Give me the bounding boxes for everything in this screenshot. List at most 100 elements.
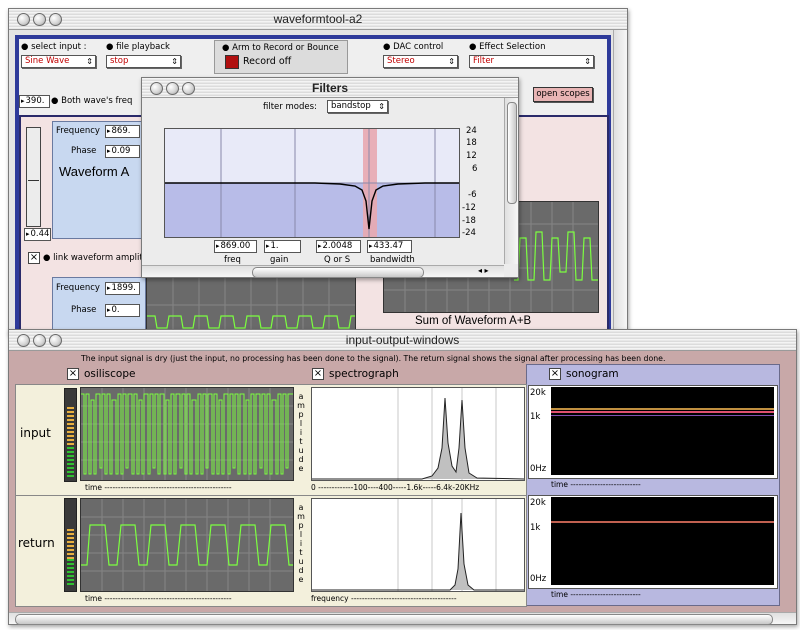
- slider-handle[interactable]: [28, 180, 39, 181]
- io-horizontal-scrollbar[interactable]: [9, 612, 796, 625]
- sono-label: sonogram: [566, 368, 619, 380]
- sono-tick-1k: 1k: [530, 412, 541, 422]
- filter-q-number[interactable]: 2.0048: [316, 240, 361, 253]
- sono-checkbox[interactable]: ×: [549, 368, 561, 380]
- effect-label: ● Effect Selection: [469, 42, 546, 52]
- io-window: input-output-windows The input signal is…: [8, 329, 797, 625]
- return-sono-tick-1k: 1k: [530, 523, 541, 533]
- db-tick: 6: [472, 164, 478, 174]
- waveform-a-title: Waveform A: [59, 164, 130, 179]
- waveform-b-frequency-label: Frequency: [56, 283, 100, 293]
- filters-titlebar[interactable]: Filters: [142, 78, 518, 98]
- waveform-a-phase-label: Phase: [71, 146, 97, 156]
- sono-tick-20k: 20k: [530, 388, 546, 398]
- waveform-b-trace: [147, 278, 355, 332]
- record-panel: ● Arm to Record or Bounce Record off: [214, 40, 348, 74]
- dac-menu[interactable]: Stereo ⇕: [383, 55, 458, 68]
- filters-window: Filters filter modes: bandstop ⇕ 24 18 12…: [141, 77, 519, 278]
- db-tick: -12: [462, 203, 476, 213]
- osc-checkbox[interactable]: ×: [67, 368, 79, 380]
- db-ticks: 24 18 12 6 -6 -12 -18 -24: [460, 126, 494, 238]
- input-time-axis: time -----------------------------------…: [85, 483, 232, 492]
- filters-hscroll-thumb[interactable]: [252, 267, 424, 278]
- waveform-a-panel: [52, 121, 146, 239]
- record-toggle[interactable]: [225, 55, 239, 69]
- io-hscroll-thumb[interactable]: [15, 614, 773, 625]
- filter-freq-number[interactable]: 869.00: [214, 240, 257, 253]
- filter-gain-label: gain: [270, 255, 289, 265]
- filter-graph: [164, 128, 460, 238]
- main-vertical-scrollbar[interactable]: [613, 30, 627, 333]
- filter-bandwidth-label: bandwidth: [370, 255, 415, 265]
- return-oscilloscope: [80, 498, 294, 592]
- db-tick: 12: [466, 151, 477, 161]
- window-title: waveformtool-a2: [273, 12, 363, 26]
- open-scopes-button[interactable]: open scopes: [533, 87, 593, 102]
- return-spectrograph: [311, 498, 525, 592]
- filter-freq-label: freq: [224, 255, 241, 265]
- filter-q-label: Q or S: [324, 255, 351, 265]
- io-titlebar[interactable]: input-output-windows: [9, 330, 796, 351]
- filters-vscroll-thumb[interactable]: [507, 102, 517, 204]
- file-playback-label: ● file playback: [106, 42, 170, 52]
- input-sono-band-1: [551, 408, 774, 410]
- waveform-b-scope: [146, 277, 356, 333]
- osc-label: osiliscope: [84, 368, 136, 380]
- waveform-b-phase[interactable]: 0.: [105, 304, 140, 317]
- return-label: return: [18, 536, 55, 550]
- effect-menu[interactable]: Filter ⇕: [469, 55, 594, 68]
- return-sono-band: [551, 521, 774, 523]
- return-sono-time: time --------------------------: [551, 590, 641, 599]
- waveform-b-frequency[interactable]: 1899.: [105, 282, 140, 295]
- main-titlebar[interactable]: waveformtool-a2: [9, 9, 627, 30]
- waveform-a-frequency-label: Frequency: [56, 126, 100, 136]
- link-amplitude-checkbox[interactable]: ×: [28, 252, 40, 264]
- db-tick: -24: [462, 228, 476, 238]
- spec-checkbox[interactable]: ×: [312, 368, 324, 380]
- input-freq-axis: 0 -------------100----400-----1.6k-----6…: [311, 483, 480, 492]
- db-tick: -18: [462, 216, 476, 226]
- db-tick: -6: [468, 190, 477, 200]
- filter-gain-number[interactable]: 1.: [264, 240, 301, 253]
- filter-mode-menu[interactable]: bandstop ⇕: [327, 100, 388, 113]
- input-label: input: [20, 426, 51, 440]
- return-freq-axis: frequency ------------------------------…: [311, 594, 457, 603]
- io-description: The input signal is dry (just the input,…: [81, 354, 666, 363]
- spec-label: spectrograph: [329, 368, 399, 380]
- filters-title: Filters: [311, 81, 348, 95]
- both-freq-number[interactable]: 390.: [19, 95, 50, 108]
- scroll-arrows-icon[interactable]: ◂ ▸: [478, 266, 489, 275]
- filters-vertical-scrollbar[interactable]: [504, 98, 518, 264]
- input-sonogram: [551, 387, 774, 475]
- return-osc-trace: [81, 499, 293, 591]
- dac-label: ● DAC control: [383, 42, 444, 52]
- filter-response: [165, 129, 459, 237]
- link-amplitude-label: ● link waveform amplitu: [43, 253, 149, 263]
- input-spectrum: [312, 388, 525, 480]
- input-oscilloscope: [80, 387, 294, 481]
- return-time-axis: time -----------------------------------…: [85, 594, 232, 603]
- file-playback-menu[interactable]: stop ⇕: [106, 55, 181, 68]
- input-amplitude-label: amplitude: [297, 392, 305, 473]
- return-level-meter: [64, 498, 77, 592]
- filters-horizontal-scrollbar[interactable]: ◂ ▸: [142, 265, 504, 278]
- db-tick: 18: [466, 138, 477, 148]
- slider-value[interactable]: 0.44: [24, 228, 51, 241]
- select-input-menu[interactable]: Sine Wave ⇕: [21, 55, 96, 68]
- waveform-a-frequency[interactable]: 869.: [105, 125, 140, 138]
- arm-label: ● Arm to Record or Bounce: [222, 43, 339, 53]
- select-input-label: ● select input :: [21, 42, 87, 52]
- record-status: Record off: [243, 56, 292, 67]
- input-osc-trace: [81, 388, 293, 480]
- return-amplitude-label: amplitude: [297, 503, 305, 584]
- input-sono-band-2: [551, 411, 774, 413]
- filter-bandwidth-number[interactable]: 433.47: [367, 240, 412, 253]
- waveform-b-phase-label: Phase: [71, 305, 97, 315]
- sum-label: Sum of Waveform A+B: [415, 315, 532, 327]
- return-sono-tick-20k: 20k: [530, 498, 546, 508]
- amplitude-slider[interactable]: [26, 127, 41, 227]
- input-spectrograph: [311, 387, 525, 481]
- return-sono-tick-0hz: 0Hz: [530, 574, 547, 584]
- input-level-meter: [64, 388, 77, 482]
- waveform-a-phase[interactable]: 0.09: [105, 145, 140, 158]
